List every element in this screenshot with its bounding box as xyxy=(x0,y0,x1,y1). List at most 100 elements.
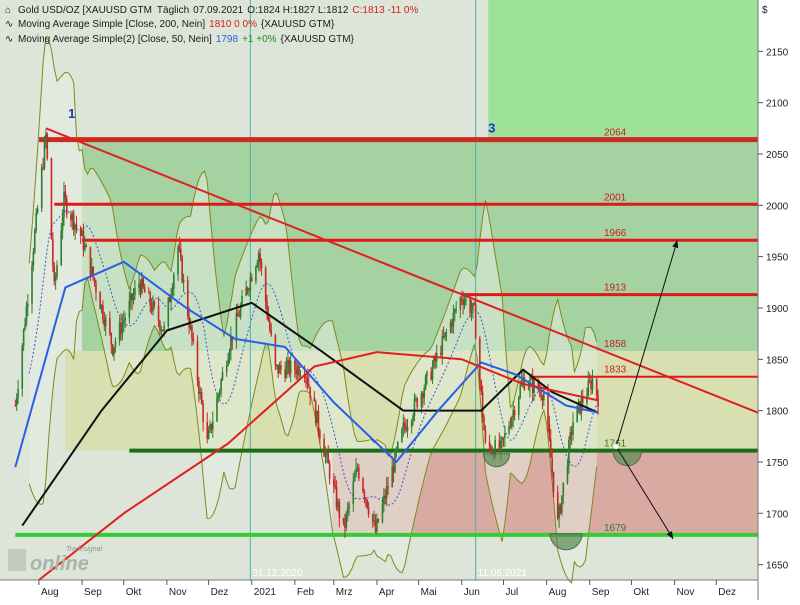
candle-body xyxy=(323,438,325,457)
candle-body xyxy=(579,401,581,414)
candle-body xyxy=(237,312,239,317)
wave-label-3: 3 xyxy=(488,120,495,135)
ma200-symbol: {XAUUSD GTM} xyxy=(261,19,335,30)
candle-body xyxy=(307,383,310,387)
candle-body xyxy=(395,449,398,451)
candle-body xyxy=(459,297,462,310)
candle-body xyxy=(570,432,573,435)
candle-body xyxy=(25,306,28,325)
candle-body xyxy=(449,321,452,333)
x-tick-label: Mrz xyxy=(336,587,353,598)
header-symbol: Gold USD/OZ [XAUUSD GTM xyxy=(18,5,152,16)
x-tick-label: Okt xyxy=(633,587,649,598)
candle-body xyxy=(173,274,175,289)
x-tick-label: 2021 xyxy=(254,587,277,598)
candle-body xyxy=(568,440,570,467)
candle-body xyxy=(549,439,552,458)
candle-body xyxy=(519,385,521,398)
candle-body xyxy=(259,253,261,263)
candle-body xyxy=(426,371,428,377)
candle-body xyxy=(79,227,82,236)
candle-body xyxy=(356,467,359,469)
candle-body xyxy=(50,158,53,240)
candle-body xyxy=(430,371,432,380)
candle-body xyxy=(474,304,477,339)
x-tick-label: Dez xyxy=(211,587,229,598)
candle-body xyxy=(72,213,75,230)
candle-body xyxy=(473,303,476,305)
candle-body xyxy=(220,379,222,391)
candle-body xyxy=(588,380,591,382)
candle-body xyxy=(402,422,405,429)
candle-body xyxy=(517,397,520,416)
candle-body xyxy=(328,463,331,480)
candle-body xyxy=(454,309,456,313)
x-tick-label: Jun xyxy=(464,587,480,598)
candle-body xyxy=(504,433,506,438)
candle-body xyxy=(306,377,309,384)
candle-body xyxy=(180,248,182,257)
candle-body xyxy=(513,410,516,416)
candle-body xyxy=(75,224,78,228)
logo-mark xyxy=(8,549,26,571)
candle-body xyxy=(239,306,242,317)
candle-body xyxy=(189,325,192,328)
candle-body xyxy=(462,299,464,305)
candle-body xyxy=(498,439,501,450)
candle-body xyxy=(591,378,594,390)
candle-body xyxy=(22,329,25,346)
candle-body xyxy=(264,268,267,302)
candle-body xyxy=(355,468,357,477)
candle-body xyxy=(52,239,54,266)
x-tick-label: Dez xyxy=(718,587,736,598)
candle-body xyxy=(177,246,179,275)
candle-body xyxy=(238,316,241,318)
candle-body xyxy=(60,230,62,265)
candle-body xyxy=(481,391,484,418)
candle-body xyxy=(245,287,247,297)
y-tick-label: 1850 xyxy=(766,355,789,366)
candle-body xyxy=(367,507,370,515)
header-line-1: Gold USD/OZ [XAUUSD GTM Täglich 07.09.2021… xyxy=(18,5,418,16)
header-ohlc: O:1824 H:1827 L:1812 xyxy=(247,5,349,16)
candle-body xyxy=(412,416,414,422)
candle-body xyxy=(188,316,190,328)
level-label-1679: 1679 xyxy=(604,523,627,534)
candle-body xyxy=(348,504,350,508)
candle-body xyxy=(344,522,346,528)
candle-body xyxy=(540,391,542,398)
candle-body xyxy=(24,324,26,330)
header-close: C:1813 -11 0% xyxy=(352,5,418,16)
candle-body xyxy=(587,380,590,396)
candle-body xyxy=(150,305,153,312)
candle-body xyxy=(288,360,291,374)
candle-body xyxy=(192,338,195,342)
candle-body xyxy=(181,256,183,283)
candle-body xyxy=(543,392,545,401)
candle-body xyxy=(562,482,565,496)
candle-body xyxy=(512,410,515,418)
candle-body xyxy=(385,486,388,499)
candle-body xyxy=(277,364,279,374)
candle-body xyxy=(377,519,380,522)
header-line-2: Moving Average Simple [Close, 200, Nein]… xyxy=(18,19,335,30)
candle-body xyxy=(316,410,318,424)
ma50-change: +1 +0% xyxy=(242,34,277,45)
y-tick-label: 1800 xyxy=(766,407,789,418)
price-chart[interactable]: 31.12.2020 11.06.2021 2064 2001 1966 1913 185… xyxy=(0,0,800,600)
candle-body xyxy=(566,466,569,483)
candle-body xyxy=(547,392,549,424)
candle-body xyxy=(210,423,213,430)
candle-body xyxy=(198,380,200,395)
ma50-symbol: {XAUUSD GTM} xyxy=(281,34,355,45)
x-tick-label: Mai xyxy=(421,587,437,598)
candle-body xyxy=(202,403,204,422)
candle-body xyxy=(148,292,150,294)
candle-body xyxy=(541,397,544,401)
candle-body xyxy=(207,430,210,439)
candle-body xyxy=(345,513,348,528)
candle-body xyxy=(191,325,193,339)
candle-body xyxy=(441,336,444,355)
candle-body xyxy=(256,263,259,267)
candle-body xyxy=(246,287,249,292)
